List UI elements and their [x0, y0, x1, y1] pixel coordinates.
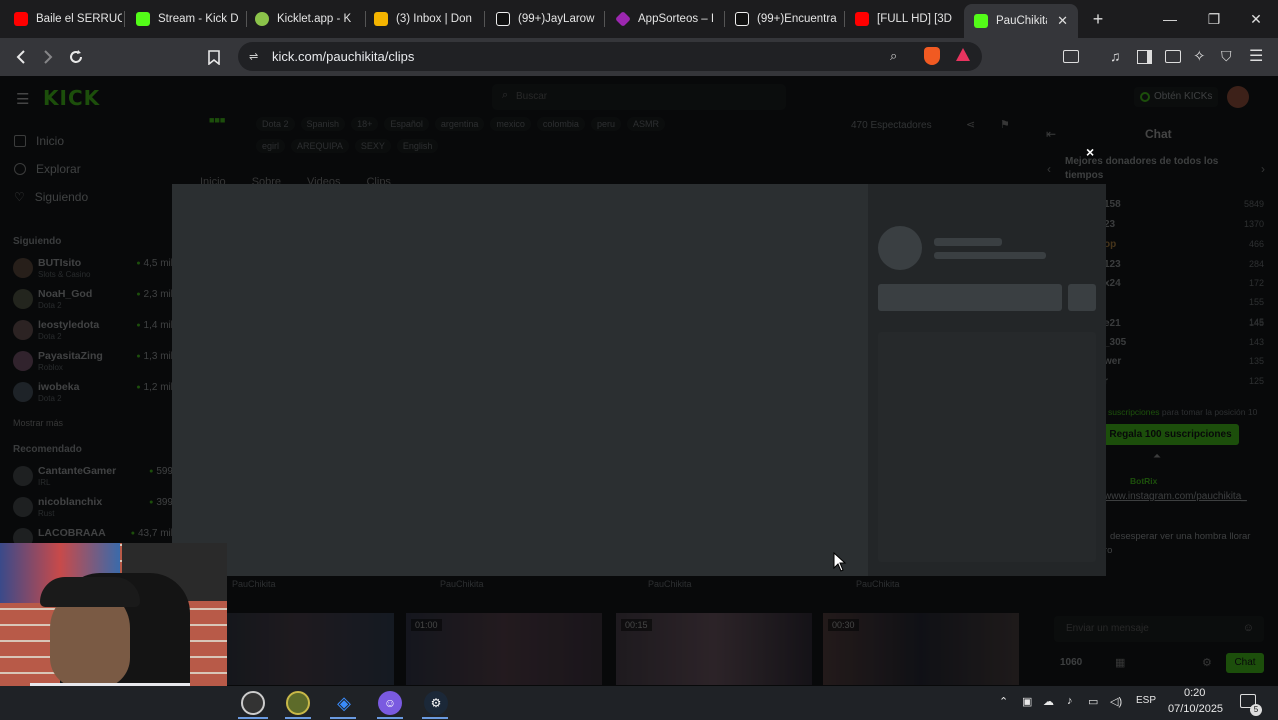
button-skeleton	[1068, 284, 1096, 311]
leo-ai-icon[interactable]: ✧	[1193, 47, 1206, 65]
youtube-icon	[14, 12, 28, 26]
discord-icon[interactable]: ☺	[378, 691, 402, 715]
kick-icon	[974, 14, 988, 28]
tab-5[interactable]: AppSorteos – I	[606, 5, 724, 33]
clock-date[interactable]: 07/10/2025	[1168, 703, 1223, 715]
tab-active[interactable]: PauChikita ✕	[964, 4, 1078, 38]
obs-icon[interactable]	[241, 691, 265, 715]
sidebar-icon[interactable]	[1137, 50, 1152, 64]
content-skeleton	[878, 332, 1096, 562]
steam-icon[interactable]: ⚙	[424, 691, 448, 715]
close-modal-icon[interactable]: ×	[1086, 144, 1094, 160]
streamlabs-icon[interactable]: ◈	[332, 691, 356, 715]
maximize-button[interactable]: ❐	[1192, 0, 1236, 38]
zoom-icon[interactable]: ⌕	[890, 48, 897, 64]
forward-button[interactable]	[38, 47, 58, 67]
tab-1[interactable]: Stream - Kick D	[126, 5, 244, 33]
appsorteos-icon	[615, 11, 631, 27]
close-tab-icon[interactable]: ✕	[1057, 13, 1068, 29]
address-bar[interactable]: ⇌ kick.com/pauchikita/clips ⌕	[238, 42, 982, 71]
brave-rewards-icon[interactable]	[956, 48, 970, 61]
tab-3[interactable]: (3) Inbox | Don	[364, 5, 482, 33]
menu-icon[interactable]: ☰	[1249, 46, 1263, 66]
avatar-skeleton	[878, 226, 922, 270]
kick-icon	[136, 12, 150, 26]
brave-shields-icon[interactable]	[924, 47, 940, 65]
chevron-up-icon[interactable]: ⌃	[999, 695, 1008, 708]
microphone-icon[interactable]: ♪	[1067, 695, 1073, 707]
tiktok-icon	[735, 12, 749, 26]
music-icon[interactable]: ♫	[1110, 48, 1121, 64]
tab-7[interactable]: [FULL HD] [3D	[845, 5, 963, 33]
new-tab-button[interactable]: +	[1088, 9, 1108, 29]
headset	[40, 577, 140, 607]
clip-details-loading	[868, 184, 1106, 576]
tray-app-icon[interactable]: ▣	[1022, 695, 1032, 708]
app-icon[interactable]	[286, 691, 310, 715]
wallet-icon[interactable]	[1165, 50, 1181, 63]
browser-tab-strip: Baile el SERRUC Stream - Kick D Kicklet.…	[0, 0, 1278, 38]
clip-player-loading[interactable]	[172, 184, 868, 576]
bookmark-icon[interactable]	[204, 47, 224, 67]
url-text[interactable]: kick.com/pauchikita/clips	[272, 49, 414, 64]
language-indicator[interactable]: ESP	[1136, 695, 1156, 706]
notification-badge: 5	[1250, 704, 1262, 716]
minimize-button[interactable]: —	[1148, 0, 1192, 38]
windows-taskbar: ◈ ☺ ⚙ ⌃ ▣ ☁ ♪ ▭ ◁) ESP 0:20 07/10/2025 5	[0, 686, 1278, 720]
tab-4[interactable]: (99+)JayLarow	[486, 5, 604, 33]
site-settings-icon[interactable]: ⇌	[249, 50, 258, 63]
button-skeleton	[878, 284, 1062, 311]
back-button[interactable]	[11, 47, 31, 67]
close-window-button[interactable]: ✕	[1234, 0, 1278, 38]
inbox-icon	[374, 12, 388, 26]
youtube-icon	[855, 12, 869, 26]
tiktok-icon	[496, 12, 510, 26]
text-skeleton	[934, 252, 1046, 259]
tab-6[interactable]: (99+)Encuentra	[725, 5, 843, 33]
vpn-shield-icon[interactable]: ⛉	[1221, 48, 1232, 65]
tab-0[interactable]: Baile el SERRUC	[4, 5, 122, 33]
mouse-cursor-icon	[833, 552, 847, 572]
reload-button[interactable]	[66, 47, 86, 67]
text-skeleton	[934, 238, 1002, 246]
onedrive-icon[interactable]: ☁	[1043, 695, 1054, 708]
reader-mode-icon[interactable]	[1063, 50, 1079, 63]
tab-2[interactable]: Kicklet.app - K	[245, 5, 363, 33]
browser-toolbar: ⇌ kick.com/pauchikita/clips ⌕ ♫ ✧ ⛉ ☰	[0, 38, 1278, 76]
network-icon[interactable]: ▭	[1088, 695, 1098, 708]
volume-icon[interactable]: ◁)	[1110, 695, 1122, 708]
clock-time[interactable]: 0:20	[1184, 687, 1205, 699]
kicklet-icon	[255, 12, 269, 26]
